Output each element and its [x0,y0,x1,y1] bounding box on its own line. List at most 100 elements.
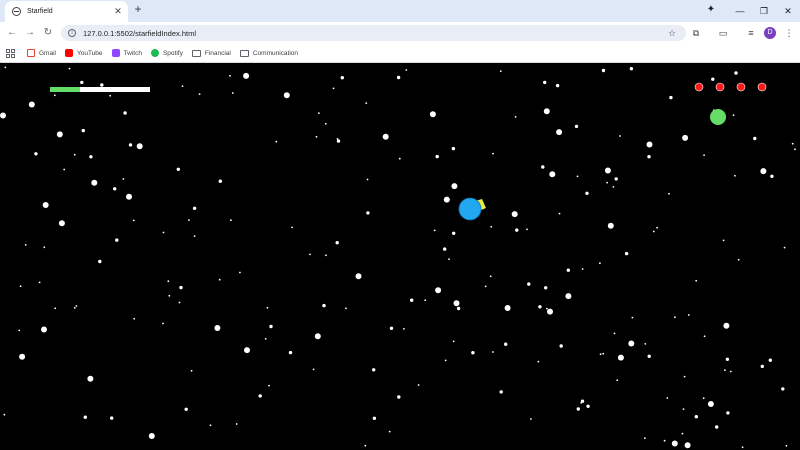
reload-button[interactable]: ↻ [41,26,55,40]
star [54,307,57,310]
star [128,143,133,147]
bookmark-twitch[interactable]: Twitch [111,49,142,57]
star [669,95,673,100]
star [499,390,503,394]
star [543,108,550,115]
star [53,94,56,97]
bookmark-star-icon[interactable]: ☆ [668,28,680,39]
forward-button[interactable]: → [23,26,37,40]
star [443,247,447,251]
star [365,102,368,104]
bookmark-financial[interactable]: Financial [191,49,231,57]
star [193,235,196,238]
star [448,258,450,260]
star [38,281,41,284]
apps-icon[interactable] [6,48,15,58]
star [372,416,377,420]
star [126,193,132,200]
star [81,128,86,133]
close-window-button[interactable]: ✕ [776,6,800,17]
restore-button[interactable]: ❐ [752,6,776,17]
health-bar-fill [50,87,80,92]
star [543,80,547,85]
new-tab-button[interactable]: + [132,3,144,16]
star [682,408,685,410]
bookmark-label: YouTube [76,49,103,57]
browser-toolbar: ← → ↻ i 127.0.0.1:5502/starfieldIndex.ht… [0,22,800,44]
lives-indicator [694,82,767,92]
tab-starfield[interactable]: Starfield ✕ [5,1,128,22]
star [781,387,785,391]
star [283,92,290,99]
life-icon [757,82,767,92]
back-button[interactable]: ← [5,26,19,40]
game-canvas[interactable] [0,63,800,450]
star [58,220,65,227]
bookmark-communication[interactable]: Communication [239,49,298,57]
star [424,299,427,302]
star [612,186,615,188]
star [656,226,658,229]
star [558,212,561,215]
star [489,275,492,278]
star [770,174,774,178]
cast-icon[interactable]: ▭ [716,26,730,40]
star [243,72,250,79]
star [235,423,238,425]
media-controls-icon[interactable]: ≡ [744,26,758,40]
star [136,143,143,150]
star [56,131,63,138]
profile-avatar[interactable]: D [764,27,776,39]
tab-strip: Starfield ✕ + ✦ — ❐ ✕ [0,0,800,22]
star [760,364,764,369]
address-bar[interactable]: i 127.0.0.1:5502/starfieldIndex.html ☆ [61,25,686,41]
star [565,293,572,300]
star [629,67,634,71]
bookmark-youtube[interactable]: YouTube [64,49,103,57]
star [198,93,201,95]
bookmark-label: Gmail [39,49,56,57]
star [312,368,315,371]
health-bar [50,87,150,92]
star [723,322,730,329]
star [398,157,401,160]
star [433,229,436,232]
star [668,192,670,195]
extensions-icon[interactable]: ⧉ [689,26,703,40]
site-info-icon[interactable]: i [68,29,76,37]
star [783,246,786,249]
star [452,340,455,343]
minimize-button[interactable]: — [728,6,752,16]
star [555,83,560,88]
star [768,358,772,362]
star [647,155,651,159]
star [372,368,376,372]
player-body [458,197,482,221]
star [87,375,94,382]
star [388,430,391,433]
star [268,384,270,387]
star [75,305,78,307]
star-layer [0,66,796,449]
star [791,142,794,145]
bookmark-gmail[interactable]: Gmail [27,49,56,57]
star [702,397,705,400]
star [83,415,88,419]
star [456,306,461,311]
star [269,324,273,329]
bookmark-spotify[interactable]: Spotify [150,49,183,57]
star [586,404,590,408]
star [499,70,502,72]
star [324,122,327,125]
star [644,437,646,440]
menu-icon[interactable]: ⋮ [782,26,796,40]
star [162,231,165,234]
star [711,77,715,81]
folder-icon [239,49,249,57]
life-icon [736,82,746,92]
star [89,155,93,159]
star [382,133,389,140]
gemini-icon[interactable]: ✦ [704,4,718,18]
tab-close-button[interactable]: ✕ [112,6,124,17]
star [239,271,241,274]
